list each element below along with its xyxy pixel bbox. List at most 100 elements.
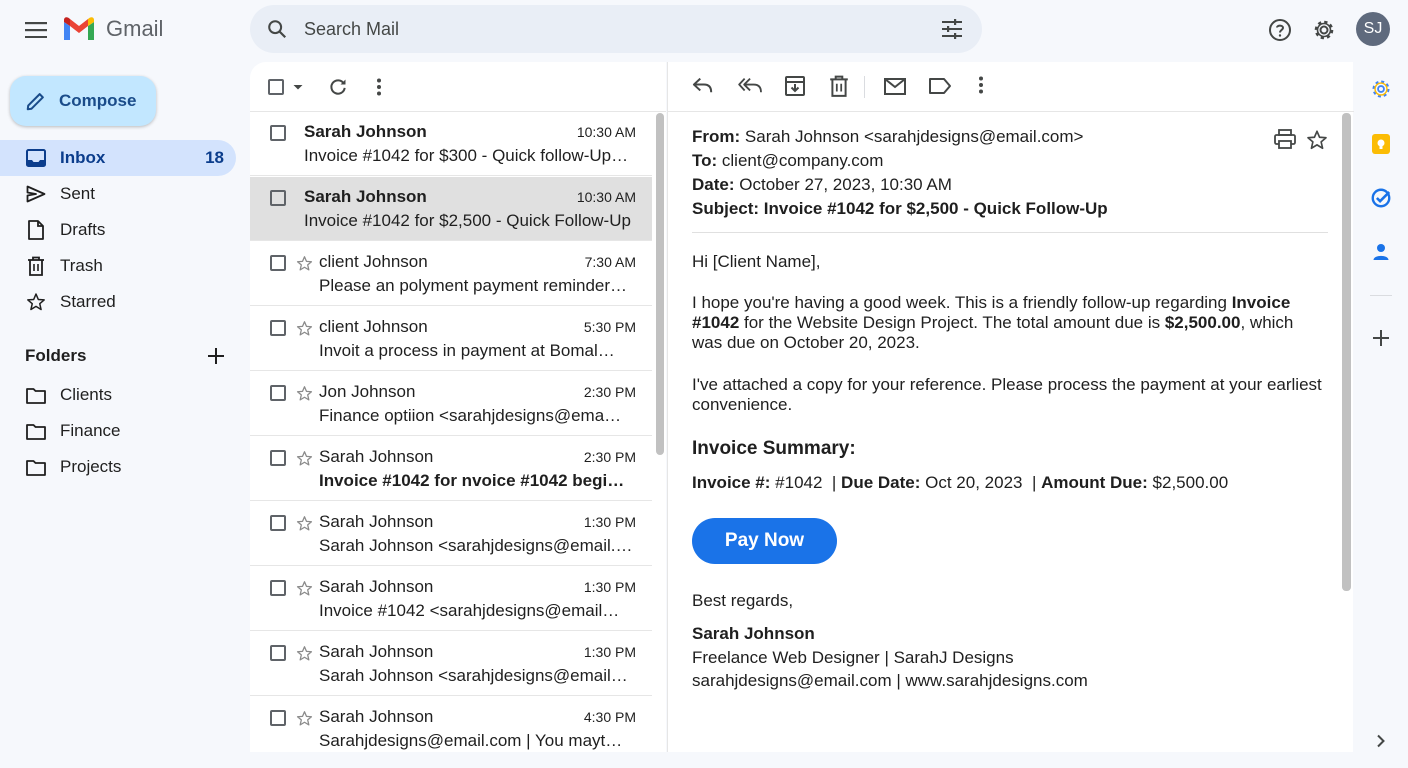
- folder-item-finance[interactable]: Finance: [0, 413, 236, 449]
- star-icon[interactable]: [296, 320, 313, 337]
- main-menu-button[interactable]: [16, 10, 56, 50]
- email-subject: Invoice #1042 for $2,500 - Quick Follow-…: [304, 211, 631, 230]
- star-icon[interactable]: [296, 255, 313, 272]
- add-folder-icon[interactable]: [207, 347, 225, 365]
- keep-app-button[interactable]: [1368, 131, 1394, 157]
- refresh-icon[interactable]: [328, 77, 348, 97]
- email-row[interactable]: Sarah Johnson 10:30 AM Invoice #1042 for $…: [250, 177, 652, 241]
- account-avatar[interactable]: SJ: [1356, 12, 1390, 46]
- email-checkbox[interactable]: [270, 190, 286, 206]
- email-row[interactable]: Sarah Johnson 4:30 PM Sarahjdesigns@email.…: [250, 697, 652, 752]
- email-row[interactable]: Sarah Johnson 1:30 PM Sarah Johnson <sarah…: [250, 502, 652, 566]
- email-row[interactable]: Sarah Johnson 1:30 PM Sarah Johnson <sarah…: [250, 632, 652, 696]
- hamburger-menu-icon: [25, 22, 47, 38]
- email-checkbox[interactable]: [270, 125, 286, 141]
- get-addons-button[interactable]: [1368, 325, 1394, 351]
- reading-pane-scrollbar[interactable]: [1342, 113, 1351, 591]
- inbox-unread-count: 18: [205, 148, 224, 167]
- nav-item-starred[interactable]: Starred: [0, 284, 236, 320]
- select-dropdown-icon[interactable]: [292, 83, 304, 91]
- from-value[interactable]: Sarah Johnson <sarahjdesigns@email.com>: [745, 127, 1084, 146]
- more-options-icon[interactable]: [978, 75, 984, 95]
- list-toolbar: [250, 62, 666, 112]
- search-icon[interactable]: [266, 18, 288, 40]
- mark-unread-icon[interactable]: [883, 75, 907, 97]
- help-button[interactable]: [1262, 12, 1298, 48]
- email-checkbox[interactable]: [270, 580, 286, 596]
- tasks-app-button[interactable]: [1368, 185, 1394, 211]
- star-icon[interactable]: [296, 515, 313, 532]
- tasks-icon: [1371, 188, 1391, 208]
- pay-now-button[interactable]: Pay Now: [692, 518, 837, 564]
- nav-item-drafts[interactable]: Drafts: [0, 212, 236, 248]
- reading-pane: From: Sarah Johnson <sarahjdesigns@email…: [667, 62, 1354, 752]
- chevron-right-icon: [1377, 734, 1385, 748]
- reply-icon[interactable]: [692, 75, 714, 95]
- email-sender: client Johnson: [319, 317, 428, 336]
- from-line: From: Sarah Johnson <sarahjdesigns@email…: [692, 127, 1083, 147]
- search-options-icon[interactable]: [940, 17, 964, 41]
- due-date-label: Due Date:: [841, 473, 921, 492]
- email-sender: Sarah Johnson: [304, 122, 427, 141]
- search-input[interactable]: [304, 5, 904, 53]
- more-options-icon[interactable]: [376, 78, 382, 96]
- compose-label: Compose: [59, 91, 137, 110]
- email-checkbox[interactable]: [270, 710, 286, 726]
- nav-label: Starred: [60, 292, 116, 311]
- star-icon[interactable]: [296, 580, 313, 597]
- calendar-app-button[interactable]: [1368, 76, 1394, 102]
- star-icon[interactable]: [296, 450, 313, 467]
- email-subject: Sarahjdesigns@email.com | You mayt…: [319, 731, 623, 750]
- compose-button[interactable]: Compose: [10, 76, 156, 126]
- folder-item-clients[interactable]: Clients: [0, 377, 236, 413]
- closing: Best regards,: [692, 591, 794, 610]
- star-icon[interactable]: [296, 385, 313, 402]
- email-row[interactable]: Sarah Johnson 1:30 PM Invoice #1042 <sarah…: [250, 567, 652, 631]
- email-checkbox[interactable]: [270, 645, 286, 661]
- to-value[interactable]: client@company.com: [722, 151, 884, 170]
- nav-item-inbox[interactable]: Inbox 18: [0, 140, 236, 176]
- email-row[interactable]: Sarah Johnson 2:30 PM Invoice #1042 for nv…: [250, 437, 652, 501]
- email-checkbox[interactable]: [270, 255, 286, 271]
- email-list-scrollbar[interactable]: [656, 113, 664, 455]
- print-icon[interactable]: [1274, 129, 1296, 149]
- email-sender: Sarah Johnson: [319, 447, 434, 466]
- nav-item-trash[interactable]: Trash: [0, 248, 236, 284]
- body-paragraph-1: I hope you're having a good week. This i…: [692, 293, 1322, 353]
- email-checkbox[interactable]: [270, 450, 286, 466]
- email-subject: Finance optiion <sarahjdesigns@ema…: [319, 406, 622, 425]
- email-checkbox[interactable]: [270, 320, 286, 336]
- star-icon[interactable]: [1306, 129, 1328, 151]
- p1-text-a: I hope you're having a good week. This i…: [692, 293, 1232, 312]
- gmail-logo[interactable]: Gmail: [62, 16, 163, 42]
- email-row[interactable]: client Johnson 5:30 PM Invoit a process in…: [250, 307, 652, 371]
- email-row[interactable]: Jon Johnson 2:30 PM Finance optiion <sarah…: [250, 372, 652, 436]
- email-row[interactable]: Sarah Johnson 10:30 AM Invoice #1042 for $…: [250, 112, 652, 176]
- header-divider: [692, 232, 1328, 233]
- keep-icon: [1372, 134, 1390, 154]
- email-checkbox[interactable]: [270, 385, 286, 401]
- star-icon[interactable]: [296, 710, 313, 727]
- archive-icon[interactable]: [784, 75, 806, 97]
- delete-icon[interactable]: [829, 75, 849, 97]
- settings-button[interactable]: [1306, 12, 1342, 48]
- folders-title: Folders: [25, 346, 87, 365]
- email-checkbox[interactable]: [270, 515, 286, 531]
- email-time: 1:30 PM: [583, 514, 636, 530]
- folders-list: Clients Finance Projects: [0, 377, 236, 485]
- folder-item-projects[interactable]: Projects: [0, 449, 236, 485]
- reply-all-icon[interactable]: [738, 75, 764, 95]
- label-icon[interactable]: [928, 75, 952, 97]
- nav-label: Drafts: [60, 220, 106, 239]
- star-icon[interactable]: [296, 645, 313, 662]
- nav-item-sent[interactable]: Sent: [0, 176, 236, 212]
- expand-side-panel-button[interactable]: [1368, 728, 1394, 754]
- contacts-app-button[interactable]: [1368, 239, 1394, 265]
- star-icon: [27, 293, 45, 311]
- nav-label: Inbox: [60, 148, 106, 167]
- email-subject: Invoice #1042 <sarahjdesigns@email…: [319, 601, 620, 620]
- select-all-checkbox[interactable]: [268, 78, 284, 95]
- trash-icon: [28, 256, 44, 276]
- email-row[interactable]: client Johnson 7:30 AM Please an polyment …: [250, 242, 652, 306]
- email-time: 7:30 AM: [584, 254, 636, 270]
